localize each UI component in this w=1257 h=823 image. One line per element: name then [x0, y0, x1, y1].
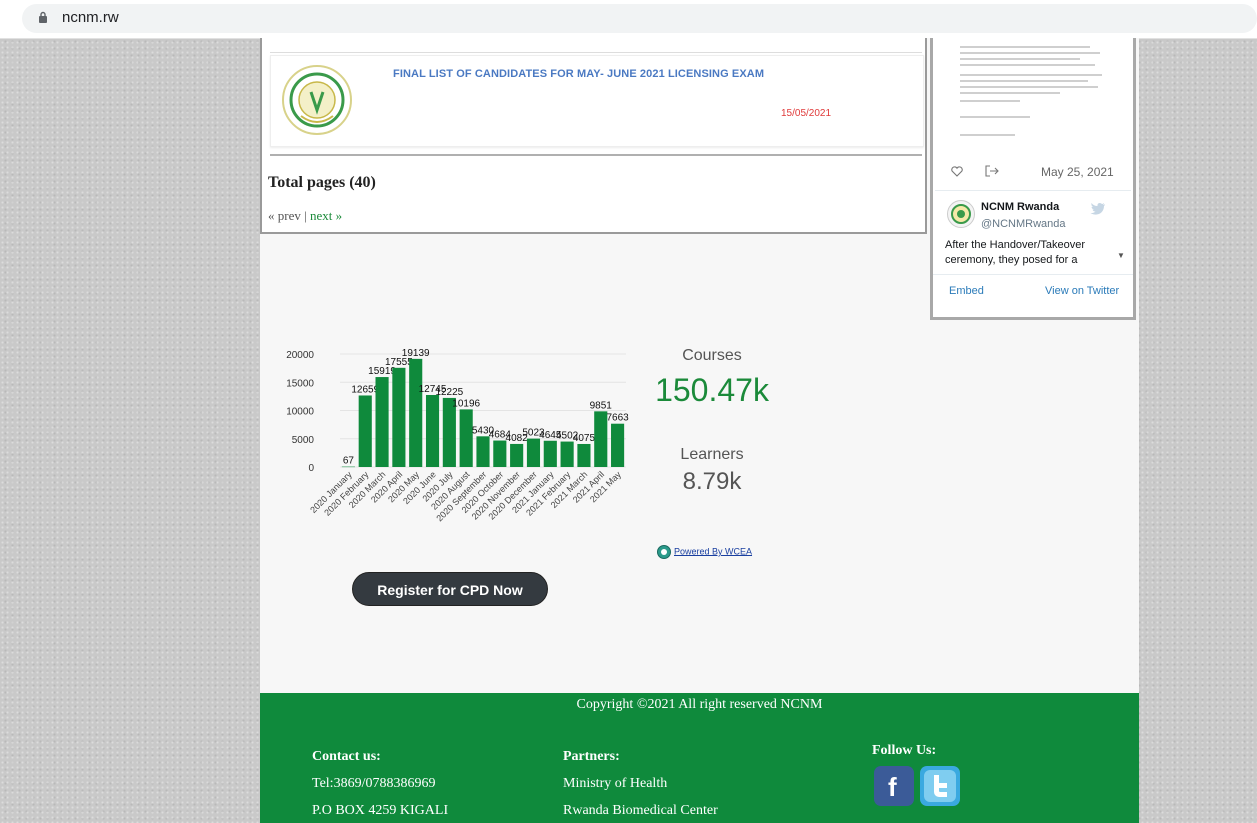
- bar: [341, 466, 355, 468]
- news-title-link[interactable]: FINAL LIST OF CANDIDATES FOR MAY- JUNE 2…: [393, 68, 764, 80]
- partner-rbc-link[interactable]: Rwanda Biomedical Center: [563, 803, 718, 819]
- data-label: 10196: [452, 398, 480, 409]
- data-label: 12659: [351, 384, 379, 395]
- next-link[interactable]: next »: [310, 208, 342, 223]
- tweet-date[interactable]: May 25, 2021: [1041, 165, 1114, 179]
- url-text[interactable]: ncnm.rw: [62, 9, 119, 26]
- bar: [409, 358, 423, 467]
- heart-icon[interactable]: [951, 166, 963, 177]
- view-on-twitter-link[interactable]: View on Twitter: [1045, 285, 1119, 297]
- data-label: 12225: [435, 387, 463, 398]
- bar: [594, 411, 608, 467]
- y-tick-label: 20000: [286, 350, 314, 361]
- twitter-bird-icon[interactable]: [1090, 202, 1106, 216]
- powered-by-link[interactable]: Powered By WCEA: [657, 545, 752, 559]
- data-label: 4075: [573, 433, 596, 444]
- avatar[interactable]: [947, 200, 975, 228]
- courses-value: 150.47k: [655, 372, 769, 408]
- divider: [935, 190, 1131, 191]
- bar: [459, 409, 473, 467]
- tweet-image[interactable]: [960, 38, 1110, 156]
- powered-by-text[interactable]: Powered By WCEA: [674, 546, 752, 556]
- twitter-footer: Embed View on Twitter: [933, 274, 1133, 315]
- tweet-author-name[interactable]: NCNM Rwanda: [981, 201, 1059, 213]
- bar: [611, 423, 625, 467]
- bar: [577, 443, 591, 467]
- bar: [560, 441, 574, 467]
- contact-pobox: P.O BOX 4259 KIGALI: [312, 803, 449, 818]
- partner-moh-link[interactable]: Ministry of Health: [563, 776, 667, 792]
- total-pages: Total pages (40): [268, 174, 376, 191]
- register-cpd-button[interactable]: Register for CPD Now: [352, 572, 548, 606]
- y-tick-label: 10000: [286, 407, 314, 418]
- news-list: FINAL LIST OF CANDIDATES FOR MAY- JUNE 2…: [260, 38, 927, 234]
- data-label: 67: [343, 456, 355, 467]
- bar: [510, 443, 524, 467]
- pager-separator: |: [304, 208, 307, 223]
- tweet-text: After the Handover/Takeover ceremony, th…: [945, 239, 1086, 266]
- data-label: 7663: [606, 413, 629, 424]
- browser-address-bar: ncnm.rw: [0, 0, 1257, 39]
- url-field[interactable]: [22, 4, 1257, 33]
- courses-bar-chart: 05000100001500020000672020 January126592…: [286, 348, 629, 524]
- y-tick-label: 15000: [286, 378, 314, 389]
- bar: [526, 438, 541, 467]
- contact-tel: Tel:3869/0788386969: [312, 776, 436, 791]
- wcea-icon: [657, 545, 671, 559]
- ncnm-logo: [282, 65, 352, 135]
- contact-heading: Contact us:: [312, 749, 381, 764]
- data-label: 19139: [402, 348, 430, 359]
- facebook-icon[interactable]: f: [874, 766, 914, 806]
- site-footer: Copyright ©2021 All right reserved NCNM …: [260, 693, 1139, 823]
- bar: [425, 394, 440, 467]
- bar: [375, 377, 389, 467]
- news-date: 15/05/2021: [781, 108, 832, 119]
- twitter-icon[interactable]: [920, 766, 960, 806]
- tweet-author-handle[interactable]: @NCNMRwanda: [981, 218, 1066, 230]
- bar: [476, 436, 490, 467]
- copyright: Copyright ©2021 All right reserved NCNM: [576, 697, 823, 712]
- learners-value: 8.79k: [682, 468, 742, 495]
- pagination: « prev | next »: [268, 208, 342, 224]
- divider: [270, 52, 922, 53]
- bar: [358, 395, 372, 467]
- partners-heading: Partners:: [563, 749, 620, 764]
- y-tick-label: 0: [308, 463, 314, 474]
- follow-heading: Follow Us:: [872, 743, 937, 758]
- tweet-timeline[interactable]: May 25, 2021 NCNM Rwanda @NCNMRwanda Aft…: [935, 38, 1131, 269]
- bar: [493, 440, 507, 467]
- divider: [270, 154, 922, 156]
- tweet-actions: May 25, 2021: [951, 164, 1131, 182]
- twitter-widget: May 25, 2021 NCNM Rwanda @NCNMRwanda Aft…: [930, 38, 1136, 320]
- learners-label: Learners: [680, 446, 744, 463]
- data-label: 9851: [590, 400, 613, 411]
- share-icon[interactable]: [985, 165, 999, 177]
- bar: [543, 440, 557, 467]
- scroll-down-icon[interactable]: ▼: [1117, 251, 1127, 261]
- bar: [392, 367, 406, 467]
- embed-link[interactable]: Embed: [949, 285, 984, 297]
- news-item[interactable]: FINAL LIST OF CANDIDATES FOR MAY- JUNE 2…: [270, 55, 924, 147]
- y-tick-label: 5000: [292, 435, 315, 446]
- lock-icon: [39, 11, 47, 23]
- prev-link[interactable]: « prev: [268, 208, 301, 223]
- courses-label: Courses: [682, 347, 742, 364]
